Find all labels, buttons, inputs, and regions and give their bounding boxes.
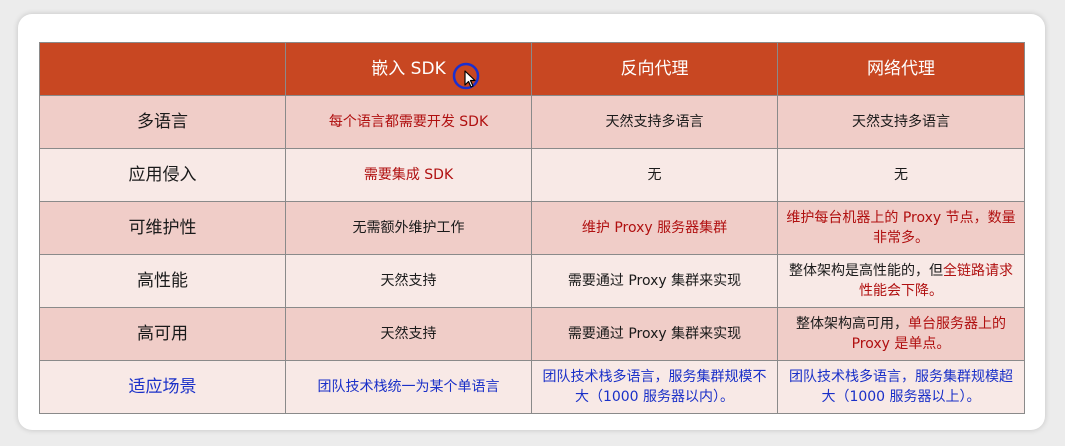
table-row: 适应场景 团队技术栈统一为某个单语言 团队技术栈多语言，服务集群规模不大（100… <box>39 360 1025 414</box>
header-network-proxy: 网络代理 <box>777 42 1025 96</box>
table-cell: 需要集成 SDK <box>285 148 532 202</box>
row-label: 可维护性 <box>39 201 286 255</box>
table-row: 可维护性 无需额外维护工作 维护 Proxy 服务器集群 维护每台机器上的 Pr… <box>39 201 1025 255</box>
table-cell: 团队技术栈多语言，服务集群规模不大（1000 服务器以内）。 <box>531 360 778 414</box>
table-cell: 天然支持 <box>285 254 532 308</box>
cell-text-normal: 整体架构高可用， <box>796 316 908 332</box>
table-cell: 需要通过 Proxy 集群来实现 <box>531 254 778 308</box>
table-cell: 需要通过 Proxy 集群来实现 <box>531 307 778 361</box>
table-cell: 无需额外维护工作 <box>285 201 532 255</box>
table-cell: 无 <box>777 148 1025 202</box>
row-label: 多语言 <box>39 95 286 149</box>
table-cell: 整体架构是高性能的，但全链路请求性能会下降。 <box>777 254 1025 308</box>
cell-text-normal: 整体架构是高性能的，但 <box>789 263 943 279</box>
comparison-table: 嵌入 SDK 反向代理 网络代理 多语言 每个语言都需要开发 SDK 天然支持多… <box>39 42 1025 414</box>
row-label: 应用侵入 <box>39 148 286 202</box>
table-cell: 维护每台机器上的 Proxy 节点，数量非常多。 <box>777 201 1025 255</box>
table-cell: 无 <box>531 148 778 202</box>
table-header-row: 嵌入 SDK 反向代理 网络代理 <box>39 42 1025 96</box>
table-cell: 维护 Proxy 服务器集群 <box>531 201 778 255</box>
header-empty <box>39 42 286 96</box>
row-label: 高性能 <box>39 254 286 308</box>
table-cell: 每个语言都需要开发 SDK <box>285 95 532 149</box>
table-row: 高性能 天然支持 需要通过 Proxy 集群来实现 整体架构是高性能的，但全链路… <box>39 254 1025 308</box>
header-embedded-sdk: 嵌入 SDK <box>285 42 532 96</box>
table-cell: 天然支持多语言 <box>777 95 1025 149</box>
table-cell: 天然支持多语言 <box>531 95 778 149</box>
table-cell: 天然支持 <box>285 307 532 361</box>
table-row: 高可用 天然支持 需要通过 Proxy 集群来实现 整体架构高可用，单台服务器上… <box>39 307 1025 361</box>
table-cell: 整体架构高可用，单台服务器上的 Proxy 是单点。 <box>777 307 1025 361</box>
table-cell: 团队技术栈多语言，服务集群规模超大（1000 服务器以上）。 <box>777 360 1025 414</box>
table-cell: 团队技术栈统一为某个单语言 <box>285 360 532 414</box>
table-row: 多语言 每个语言都需要开发 SDK 天然支持多语言 天然支持多语言 <box>39 95 1025 149</box>
row-label: 适应场景 <box>39 360 286 414</box>
row-label: 高可用 <box>39 307 286 361</box>
table-row: 应用侵入 需要集成 SDK 无 无 <box>39 148 1025 202</box>
header-reverse-proxy: 反向代理 <box>531 42 778 96</box>
